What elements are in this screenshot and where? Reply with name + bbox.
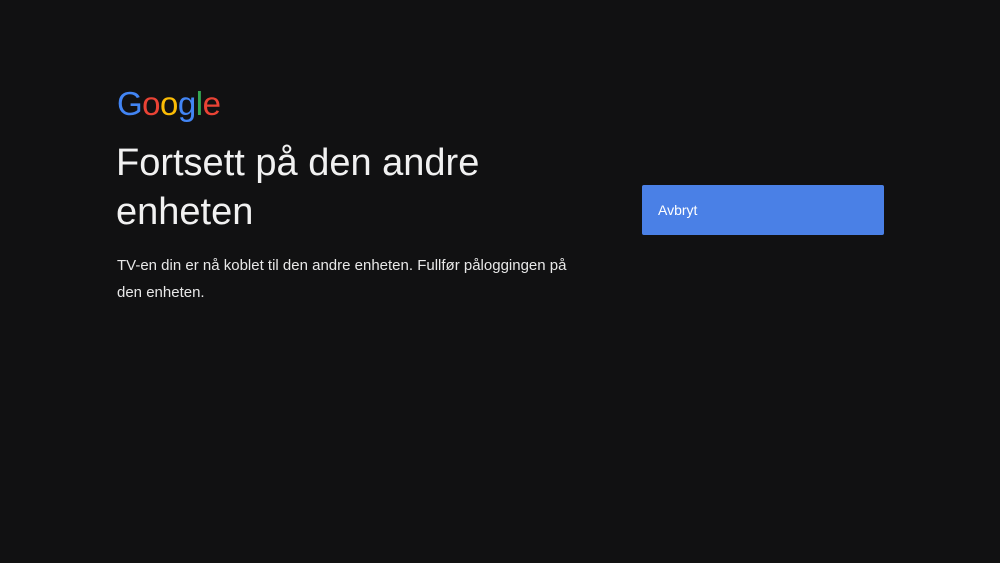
logo-letter: G <box>117 85 143 122</box>
logo-letter: e <box>202 85 221 122</box>
logo-letter: o <box>142 85 161 122</box>
logo-letter: o <box>160 85 178 122</box>
tv-screen: Google Fortsett på den andre enheten TV-… <box>0 0 1000 563</box>
cancel-button[interactable]: Avbryt <box>642 185 884 235</box>
description-text: TV-en din er nå koblet til den andre enh… <box>117 257 567 301</box>
logo-letter: g <box>177 85 196 122</box>
page-title: Fortsett på den andre enheten <box>116 142 480 233</box>
logo-letter: l <box>195 85 203 122</box>
google-logo: Google <box>117 84 221 124</box>
